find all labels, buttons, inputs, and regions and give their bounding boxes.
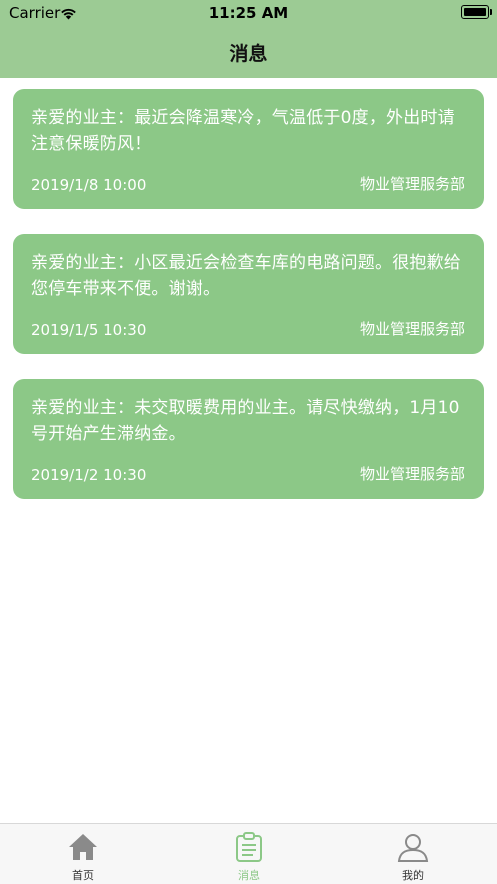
profile-icon bbox=[397, 834, 429, 862]
message-text: 亲爱的业主：未交取暖费用的业主。请尽快缴纳，1月10号开始产生滞纳金。 bbox=[31, 398, 460, 444]
tab-profile-label: 我的 bbox=[402, 869, 424, 882]
status-bar: Carrier 11:25 AM bbox=[0, 0, 497, 26]
home-icon bbox=[69, 834, 97, 860]
tab-home[interactable]: 首页 bbox=[23, 824, 143, 884]
message-card[interactable]: 亲爱的业主：最近会降温寒冷，气温低于0度，外出时请注意保暖防风！ 2019/1/… bbox=[13, 89, 484, 209]
message-sender: 物业管理服务部 bbox=[359, 175, 465, 193]
message-date: 2019/1/2 10:30 bbox=[31, 466, 147, 484]
page-title: 消息 bbox=[229, 43, 268, 65]
message-date: 2019/1/5 10:30 bbox=[31, 321, 147, 339]
nav-bar: 消息 bbox=[0, 26, 497, 78]
message-date: 2019/1/8 10:00 bbox=[31, 176, 147, 194]
tab-profile[interactable]: 我的 bbox=[353, 824, 473, 884]
message-text: 亲爱的业主：最近会降温寒冷，气温低于0度，外出时请注意保暖防风！ bbox=[31, 108, 455, 154]
message-text: 亲爱的业主：小区最近会检查车库的电路问题。很抱歉给您停车带来不便。谢谢。 bbox=[31, 253, 461, 299]
message-icon bbox=[236, 832, 262, 862]
tab-bar: 首页 消息 我的 bbox=[0, 823, 497, 884]
message-card[interactable]: 亲爱的业主：未交取暖费用的业主。请尽快缴纳，1月10号开始产生滞纳金。 2019… bbox=[13, 379, 484, 499]
message-card[interactable]: 亲爱的业主：小区最近会检查车库的电路问题。很抱歉给您停车带来不便。谢谢。 201… bbox=[13, 234, 484, 354]
battery-icon bbox=[461, 5, 492, 19]
tab-home-label: 首页 bbox=[72, 869, 94, 882]
status-time: 11:25 AM bbox=[208, 4, 289, 22]
message-sender: 物业管理服务部 bbox=[359, 320, 465, 338]
tab-messages[interactable]: 消息 bbox=[189, 824, 309, 884]
tab-messages-label: 消息 bbox=[238, 869, 260, 882]
message-sender: 物业管理服务部 bbox=[359, 465, 465, 483]
